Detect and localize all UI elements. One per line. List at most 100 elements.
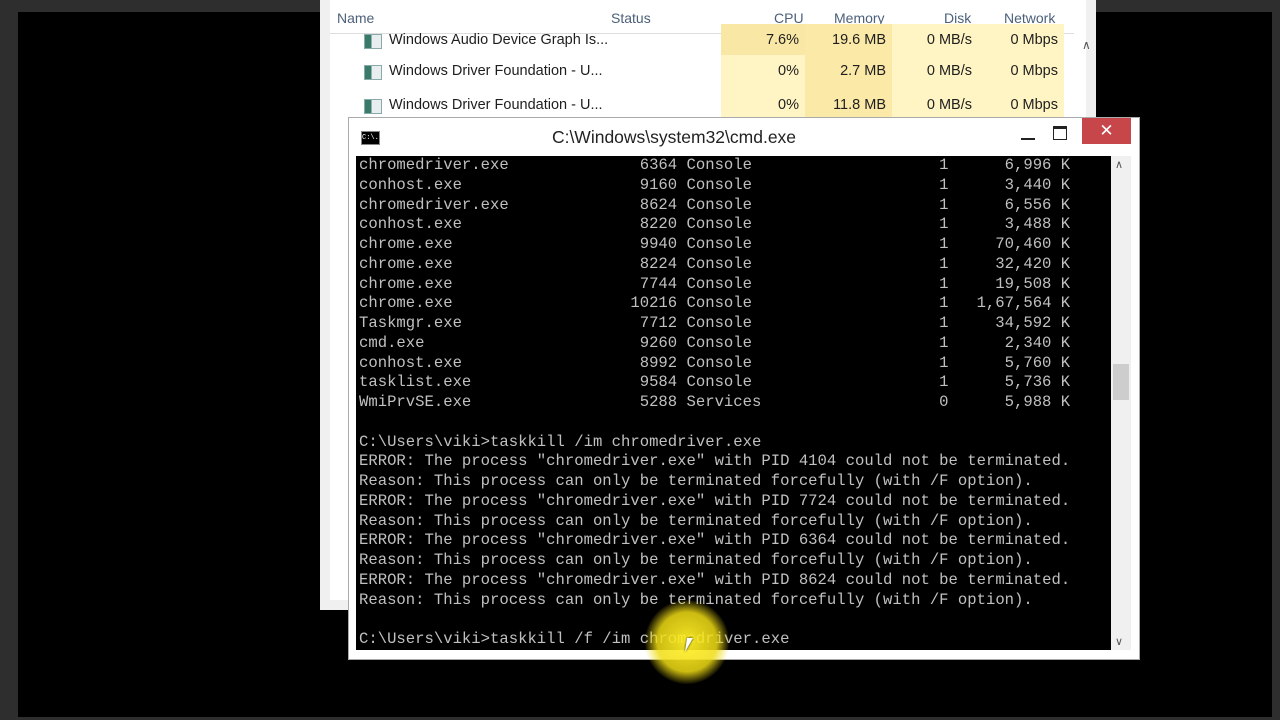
session-name: Console	[686, 294, 753, 313]
output-line: Reason: This process can only be termina…	[359, 472, 1033, 490]
pid: 8992	[639, 353, 678, 372]
mem-usage: 19,508 K	[995, 274, 1071, 293]
pid: 8224	[639, 254, 678, 273]
process-list-line: conhost.exe 9160 Console 1 3,440 K	[359, 176, 1070, 196]
mem-usage: 6,996 K	[1004, 156, 1071, 174]
process-list-line: conhost.exe 8220 Console 1 3,488 K	[359, 215, 1070, 235]
image-name: chrome.exe	[359, 274, 453, 293]
mem-usage: 3,440 K	[1004, 175, 1071, 194]
close-button[interactable]: ✕	[1082, 118, 1131, 144]
session-name: Services	[686, 393, 762, 411]
session-name: Console	[686, 274, 753, 293]
pid: 7712	[639, 314, 678, 332]
process-list-line: chrome.exe 10216 Console 1 1,67,564 K	[359, 294, 1070, 314]
process-list-line: tasklist.exe 9584 Console 1 5,736 K	[359, 373, 1070, 393]
session-number: 1	[939, 175, 949, 194]
process-list-line: chrome.exe 8224 Console 1 32,420 K	[359, 255, 1070, 275]
cmd-window: C:\. C:\Windows\system32\cmd.exe ✕ chrom…	[348, 117, 1140, 660]
image-name: chrome.exe	[359, 294, 453, 313]
mem-usage: 1,67,564 K	[976, 294, 1071, 313]
pid: 7744	[639, 274, 678, 293]
pid: 8220	[639, 215, 678, 234]
mem-usage: 70,460 K	[995, 235, 1071, 253]
process-list-line: Taskmgr.exe 7712 Console 1 34,592 K	[359, 314, 1070, 334]
session-number: 1	[939, 254, 949, 273]
mem-usage: 2,340 K	[1004, 333, 1071, 352]
output-line: ERROR: The process "chromedriver.exe" wi…	[359, 491, 1071, 510]
image-name: chrome.exe	[359, 254, 453, 273]
network-cell: 0 Mbps	[978, 55, 1064, 89]
process-row[interactable]: Windows Driver Foundation - U... 0% 2.7 …	[330, 55, 1074, 89]
cmd-title-bar[interactable]: C:\. C:\Windows\system32\cmd.exe ✕	[349, 118, 1139, 156]
process-name: Windows Audio Device Graph Is...	[389, 32, 609, 48]
output-line: Reason: This process can only be termina…	[359, 590, 1033, 609]
image-name: conhost.exe	[359, 175, 462, 194]
session-name: Console	[686, 373, 753, 392]
scroll-up-arrow-icon[interactable]: ∧	[1115, 158, 1123, 171]
process-name: Windows Driver Foundation - U...	[389, 97, 603, 113]
console-output[interactable]: chromedriver.exe 6364 Console 1 6,996 K conho…	[356, 156, 1111, 650]
pid: 9160	[639, 175, 678, 194]
screen-bezel-left	[0, 0, 18, 720]
output-line: Reason: This process can only be termina…	[359, 511, 1033, 530]
disk-cell: 0 MB/s	[892, 55, 978, 89]
image-name: Taskmgr.exe	[359, 314, 462, 332]
pid: 9260	[639, 333, 678, 352]
pid: 6364	[639, 156, 678, 174]
session-number: 1	[939, 156, 949, 174]
session-name: Console	[686, 215, 753, 234]
session-number: 1	[939, 373, 949, 392]
maximize-button[interactable]	[1053, 126, 1067, 140]
pid: 8624	[639, 195, 678, 214]
mem-usage: 5,736 K	[1004, 373, 1071, 392]
session-name: Console	[686, 254, 753, 273]
image-name: WmiPrvSE.exe	[359, 393, 472, 411]
cpu-cell: 7.6%	[721, 24, 805, 58]
session-number: 1	[939, 274, 949, 293]
process-row[interactable]: Windows Audio Device Graph Is... 7.6% 19…	[330, 24, 1074, 58]
process-list-line: chrome.exe 9940 Console 1 70,460 K	[359, 235, 1070, 255]
scroll-down-arrow-icon[interactable]: ∨	[1115, 635, 1123, 648]
image-name: cmd.exe	[359, 333, 425, 352]
cpu-cell: 0%	[721, 55, 805, 89]
mem-usage: 34,592 K	[995, 314, 1071, 332]
session-name: Console	[686, 333, 753, 352]
process-list-line: chrome.exe 7744 Console 1 19,508 K	[359, 275, 1070, 295]
image-name: chromedriver.exe	[359, 195, 509, 214]
mem-usage: 3,488 K	[1004, 215, 1071, 234]
image-name: chromedriver.exe	[359, 156, 509, 174]
mem-usage: 5,988 K	[1004, 393, 1071, 411]
disk-cell: 0 MB/s	[892, 24, 978, 58]
mem-usage: 32,420 K	[995, 254, 1071, 273]
session-name: Console	[686, 235, 753, 253]
output-line: Reason: This process can only be termina…	[359, 551, 1033, 569]
session-name: Console	[686, 195, 753, 214]
scrollbar-thumb[interactable]	[1113, 364, 1129, 400]
pid: 5288	[639, 393, 678, 411]
memory-cell: 2.7 MB	[805, 55, 892, 89]
minimize-button[interactable]	[1021, 138, 1035, 140]
session-name: Console	[686, 353, 753, 372]
output-line: ERROR: The process "chromedriver.exe" wi…	[359, 570, 1071, 589]
image-name: conhost.exe	[359, 215, 462, 234]
process-list-line: chromedriver.exe 6364 Console 1 6,996 K	[359, 156, 1070, 176]
process-list-line: WmiPrvSE.exe 5288 Services 0 5,988 K	[359, 393, 1070, 413]
session-number: 1	[939, 195, 949, 214]
output-line: ERROR: The process "chromedriver.exe" wi…	[359, 531, 1071, 550]
scroll-up-icon[interactable]: ∧	[1082, 38, 1091, 52]
output-line: ERROR: The process "chromedriver.exe" wi…	[359, 452, 1071, 471]
process-list-line: chromedriver.exe 8624 Console 1 6,556 K	[359, 196, 1070, 216]
mem-usage: 5,760 K	[1004, 353, 1071, 372]
mem-usage: 6,556 K	[1004, 195, 1071, 214]
session-name: Console	[686, 175, 753, 194]
image-name: tasklist.exe	[359, 373, 472, 392]
process-icon	[364, 65, 382, 80]
session-name: Console	[686, 314, 753, 332]
process-icon	[364, 34, 382, 49]
vertical-scrollbar[interactable]: ∧ ∨	[1111, 156, 1131, 650]
session-number: 1	[939, 353, 949, 372]
pid: 10216	[630, 294, 678, 313]
process-name: Windows Driver Foundation - U...	[389, 63, 603, 79]
window-title: C:\Windows\system32\cmd.exe	[551, 127, 797, 147]
session-number: 1	[939, 235, 949, 253]
